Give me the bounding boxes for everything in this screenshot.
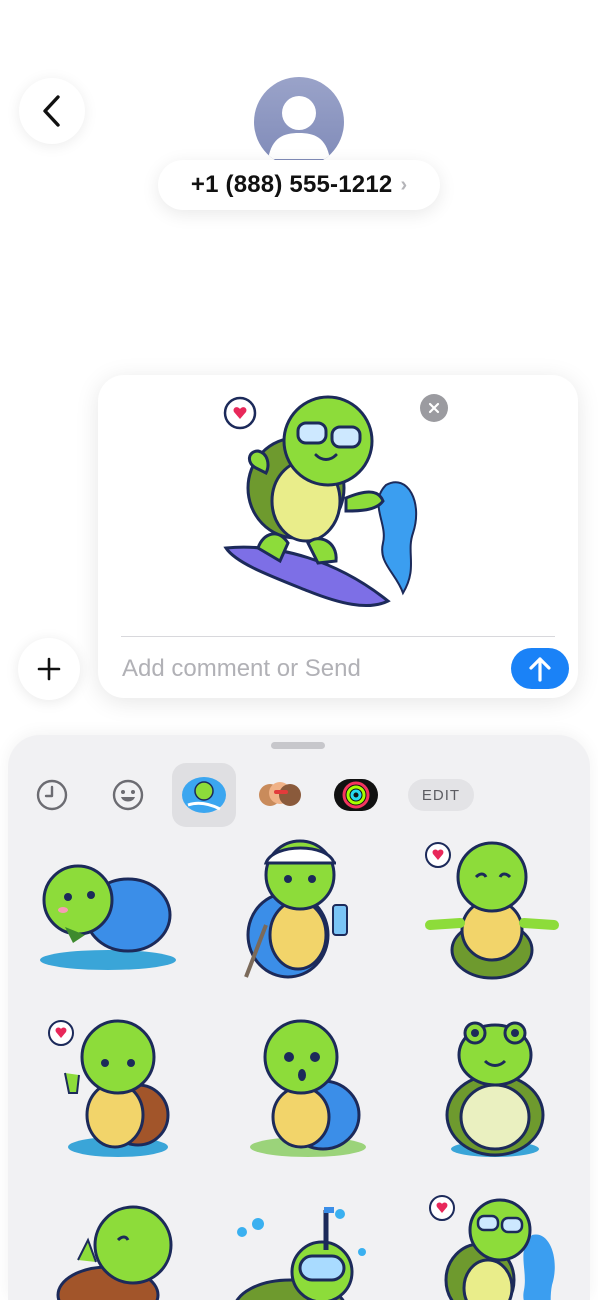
- activity-rings-icon: [334, 779, 378, 811]
- turtle-eating-leaf-image: [40, 864, 176, 970]
- turtle-frog-face-image: [445, 1021, 545, 1157]
- turtle-surfing-image: [429, 1195, 555, 1300]
- sticker-turtle-frog-face[interactable]: [423, 1015, 573, 1165]
- back-button[interactable]: [19, 78, 85, 144]
- turtle-peace-sign-image: [48, 1019, 170, 1157]
- tab-memoji[interactable]: [248, 763, 312, 827]
- contact-number: +1 (888) 555-1212: [190, 171, 393, 198]
- tab-emoji[interactable]: [96, 763, 160, 827]
- turtle-snorkeling-image: [235, 1207, 366, 1300]
- sticker-turtle-surfing[interactable]: [420, 1190, 570, 1300]
- sticker-turtle-hiker-with-cap[interactable]: [228, 835, 378, 985]
- turtle-yawning-image: [56, 1205, 173, 1300]
- compose-divider: [121, 636, 555, 637]
- remove-sticker-button[interactable]: [420, 394, 448, 422]
- send-button[interactable]: [511, 648, 569, 689]
- chevron-left-icon: [43, 95, 60, 127]
- close-icon: [428, 402, 440, 414]
- chevron-right-icon: ›: [400, 174, 408, 196]
- sticker-turtle-surprised[interactable]: [233, 1015, 383, 1165]
- tab-recents[interactable]: [20, 763, 84, 827]
- turtle-hiker-image: [244, 839, 348, 979]
- sticker-preview-turtle-surfing: [223, 395, 418, 608]
- sticker-tray: EDIT: [8, 735, 590, 1300]
- comment-input[interactable]: [122, 651, 482, 687]
- sticker-turtle-eating-leaf[interactable]: [33, 835, 183, 985]
- compose-card: [98, 375, 578, 698]
- memoji-icon: [259, 782, 301, 806]
- tab-turtle-sticker-pack[interactable]: [172, 763, 236, 827]
- turtle-surprised-image: [250, 1019, 366, 1157]
- edit-stickers-button[interactable]: EDIT: [408, 779, 474, 811]
- turtle-pack-icon: [182, 777, 226, 813]
- contact-avatar[interactable]: [254, 77, 344, 167]
- tray-grabber[interactable]: [271, 742, 325, 749]
- person-silhouette-icon: [268, 96, 330, 159]
- tab-activity[interactable]: [324, 763, 388, 827]
- sticker-turtle-peace-sign[interactable]: [43, 1015, 193, 1165]
- smiley-icon: [112, 779, 144, 811]
- sticker-turtle-snorkeling[interactable]: [230, 1200, 380, 1300]
- plus-icon: [37, 657, 61, 681]
- sticker-turtle-meditating[interactable]: [420, 835, 570, 985]
- sticker-turtle-yawning[interactable]: [48, 1200, 198, 1300]
- arrow-up-icon: [529, 656, 551, 682]
- clock-icon: [36, 779, 68, 811]
- contact-name-pill[interactable]: +1 (888) 555-1212 ›: [158, 160, 440, 210]
- add-attachment-button[interactable]: [18, 638, 80, 700]
- turtle-meditating-image: [425, 841, 559, 980]
